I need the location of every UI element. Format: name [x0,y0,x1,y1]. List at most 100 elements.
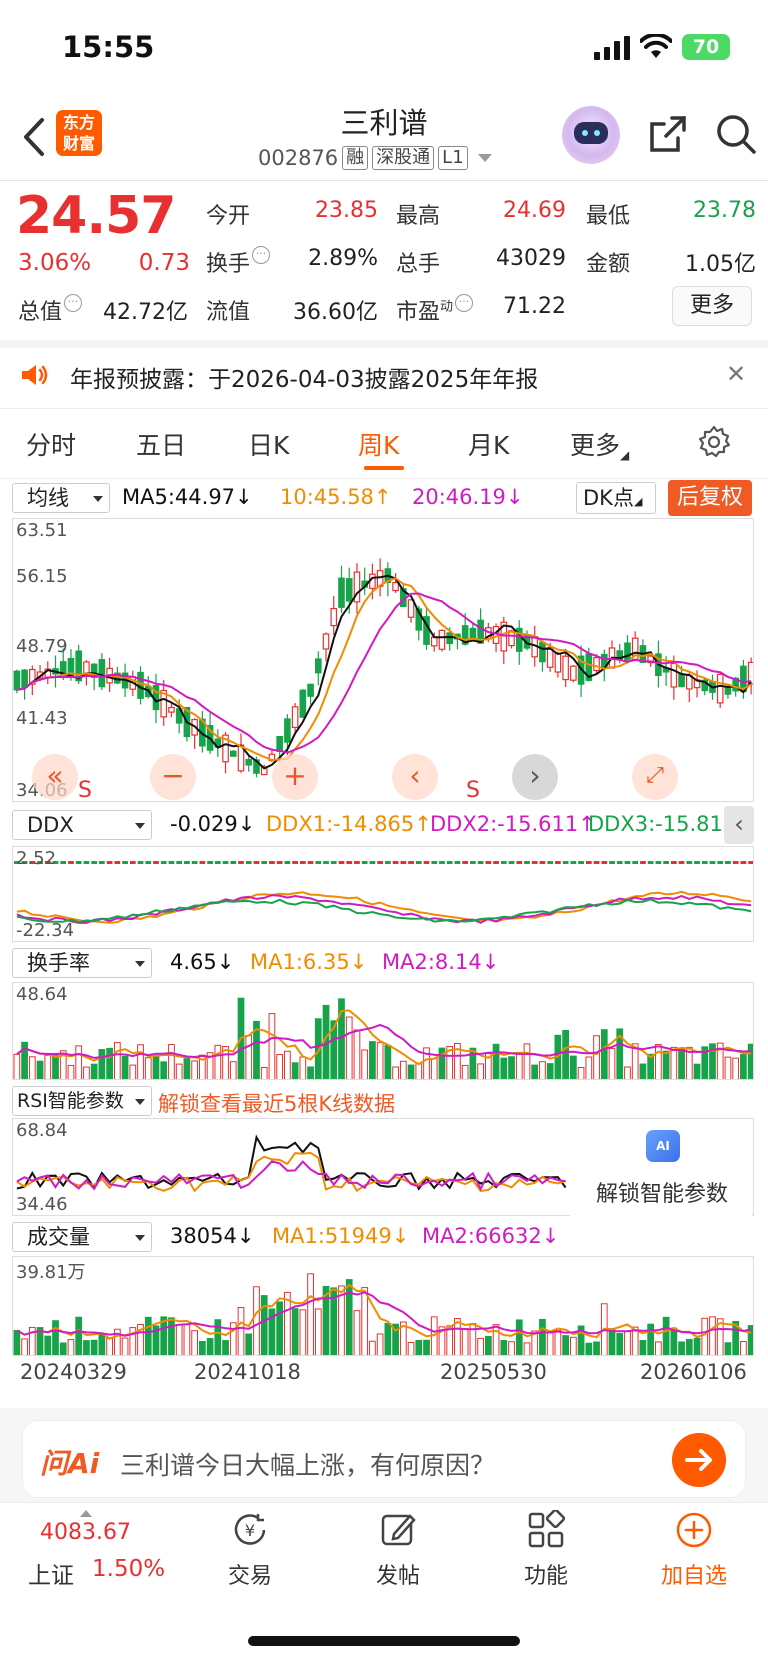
turnover-bar [160,1061,168,1079]
nav-functions[interactable]: 功能 [486,1508,606,1590]
trade-icon: ¥ [234,1514,266,1545]
tag-level: L1 [438,146,468,170]
ma20-value: 20:46.19↓ [412,485,524,509]
stock-meta[interactable]: 002876 融 深股通 L1 [258,146,492,170]
turnover-bar [407,1064,415,1079]
turnover-bar [106,1047,113,1079]
amount-value: 1.05亿 [685,252,756,277]
scroll-left-double-icon[interactable]: « [32,754,78,800]
ddx-bar [276,861,283,864]
close-icon[interactable]: ✕ [726,360,746,388]
ddx3-text: DDX3:-15.814 [588,812,737,836]
ddx-bar [686,861,693,864]
divider [0,340,768,348]
volume-bar [670,1327,678,1355]
unlock-params-button[interactable]: 解锁智能参数 [576,1176,748,1208]
volume-bar [284,1291,291,1355]
nav-trade[interactable]: ¥ 交易 [190,1510,310,1590]
tab-more[interactable]: 更多◢ [570,426,629,462]
fullscreen-icon[interactable]: ⤢ [632,754,678,800]
turnover-bar [508,1056,515,1079]
indicator-select-volume[interactable]: 成交量 [12,1222,152,1252]
ddx-bar [222,861,229,864]
volume-bar [508,1341,515,1355]
volume-bar [384,1322,392,1355]
scroll-right-icon[interactable]: › [512,754,558,800]
volume-bar [701,1317,709,1355]
candle-body [245,758,253,766]
indicator-select-turnover[interactable]: 换手率 [12,948,152,978]
info-icon[interactable]: ··· [252,246,271,264]
chevron-down-icon [477,154,492,162]
dk-point-label: DK点 [583,486,634,510]
total-value: 42.72亿 [103,300,188,325]
volume-bar [678,1341,685,1355]
arrow-right-icon[interactable] [672,1433,726,1487]
indicator-select-ma[interactable]: 均线 [12,483,110,513]
zoom-out-icon[interactable]: − [150,754,196,800]
rsi-unlock-link[interactable]: 解锁查看最近5根K线数据 [158,1088,395,1118]
adjustment-button[interactable]: 后复权 [668,480,752,516]
date-label: 20240329 [20,1360,127,1384]
pe-label[interactable]: 市盈动 ··· [396,294,474,326]
nav-post[interactable]: 发帖 [338,1510,458,1590]
volume-bar [75,1316,83,1355]
ddx-bar [670,861,677,864]
ddx-chart[interactable] [12,846,754,942]
ddx2-value: DDX2:-15.611↑ [430,812,596,836]
index-change[interactable]: 1.50% [92,1556,165,1582]
scroll-left-icon[interactable]: ‹ [392,754,438,800]
ddx2-text: DDX2:-15.611 [430,812,579,836]
tab-intraday[interactable]: 分时 [26,426,76,462]
share-icon[interactable] [646,112,690,156]
turnover-bar [191,1060,198,1079]
ask-ai-question[interactable]: 三利谱今日大幅上涨，有何原因？ [120,1446,495,1482]
index-name[interactable]: 上证 [28,1556,74,1590]
candle-body [284,718,291,743]
ddx-bar [439,861,445,864]
volume-bar [191,1330,198,1355]
turnover-bar [539,1061,546,1079]
gear-icon[interactable] [696,424,732,460]
indicator-select-rsi[interactable]: RSI智能参数 [12,1086,152,1116]
turnover-bar [724,1056,732,1079]
volume-bar [361,1287,369,1355]
info-icon[interactable]: ··· [455,294,474,312]
tab-weekly-k[interactable]: 周K [358,426,399,462]
volume-bar [647,1323,655,1355]
zoom-in-icon[interactable]: + [272,754,318,800]
ma5-line [16,574,752,770]
ddx-bar [485,861,492,864]
candle-body [392,581,399,592]
search-icon[interactable] [714,112,758,156]
volume-bar [44,1335,52,1355]
y-label-4: 41.43 [16,708,68,729]
dropdown-icon [135,1099,145,1105]
tab-monthly-k[interactable]: 月K [468,426,509,462]
volume-bar [59,1342,67,1355]
volume-chart[interactable] [12,1256,754,1356]
open-value: 23.85 [315,198,378,223]
high-value: 24.69 [503,198,566,223]
turnover-bar [399,1060,407,1079]
info-icon[interactable]: ··· [64,294,83,312]
tab-five-day[interactable]: 五日 [136,426,186,462]
collapse-panel-icon[interactable]: ‹ [724,806,754,844]
date-label: 20260106 [640,1360,747,1384]
index-value[interactable]: 4083.67 [40,1520,131,1545]
indicator-select-ddx[interactable]: DDX [12,810,152,840]
volume-bar [168,1317,175,1355]
more-button[interactable]: 更多 [672,286,752,326]
tab-daily-k[interactable]: 日K [248,426,289,462]
turnover-bar [113,1042,121,1079]
total-value-label[interactable]: 总值 ··· [18,294,83,326]
turnover-bar [98,1049,106,1079]
turnover-label[interactable]: 换手 ··· [206,246,271,278]
nav-add-watchlist[interactable]: 加自选 [634,1510,754,1590]
turnover-bar [361,1049,369,1079]
turnover-chart[interactable] [12,982,754,1080]
volume-bar [693,1337,701,1355]
dk-point-button[interactable]: DK点◢ [576,482,656,514]
ddx-bar [330,861,337,864]
nav-functions-label: 功能 [523,1564,568,1589]
